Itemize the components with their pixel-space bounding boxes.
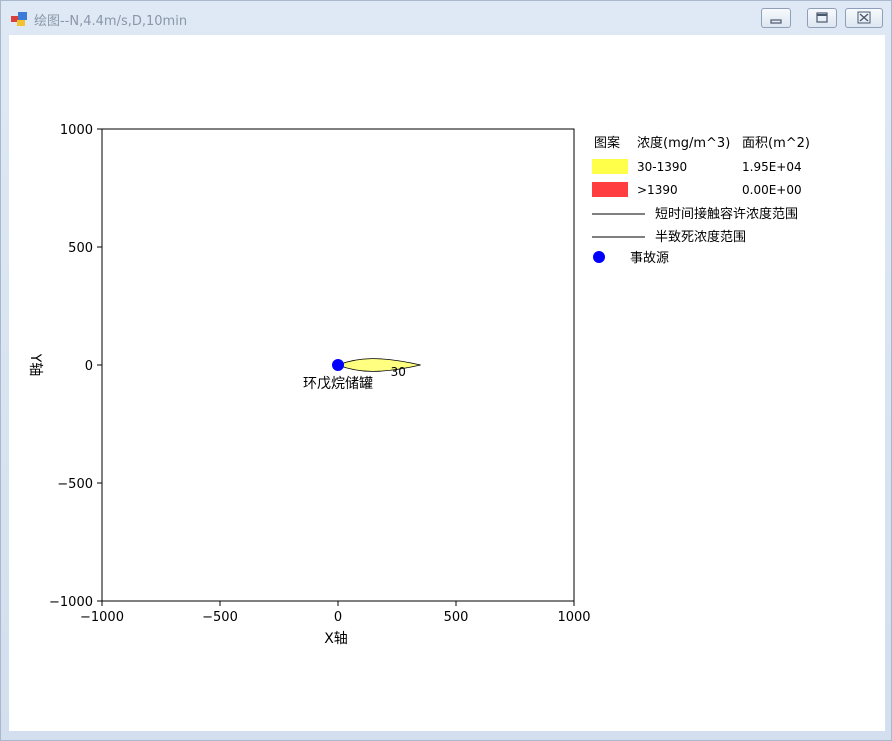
x-ticks: −1000 −500 0 500 1000: [80, 601, 591, 625]
legend-area-2: 0.00E+00: [742, 183, 802, 197]
accident-source-point: [332, 359, 344, 371]
maximize-icon: [816, 12, 828, 23]
legend-range-2: >1390: [637, 183, 678, 197]
chart-svg: −1000 −500 0 500 1000 −1000 −500 0 500 1000 X轴 Y…: [27, 123, 810, 647]
window-title: 绘图--N,4.4m/s,D,10min: [34, 14, 188, 29]
y-tick-label: 0: [85, 359, 93, 374]
x-tick-label: 500: [444, 610, 469, 625]
close-icon: [857, 11, 871, 24]
app-icon: [11, 12, 27, 26]
plume-contour: [336, 358, 421, 372]
legend-header-pattern: 图案: [594, 136, 620, 151]
x-tick-label: 0: [334, 610, 342, 625]
y-axis-label: Y轴: [27, 353, 43, 377]
plot-canvas: −1000 −500 0 500 1000 −1000 −500 0 500 1000 X轴 Y…: [9, 35, 885, 731]
y-ticks: −1000 −500 0 500 1000: [49, 123, 102, 610]
close-button[interactable]: [845, 8, 883, 28]
legend-area-1: 1.95E+04: [742, 160, 802, 174]
y-tick-label: −1000: [49, 595, 93, 610]
x-tick-label: −500: [202, 610, 238, 625]
legend-swatch-red: [592, 182, 628, 197]
y-tick-label: 500: [68, 241, 93, 256]
plume-layer: 30 环戊烷储罐: [303, 358, 421, 392]
plot-window: 绘图--N,4.4m/s,D,10min −1000 −500 0 500 1000 −…: [0, 0, 892, 741]
legend-range-1: 30-1390: [637, 160, 687, 174]
legend: 图案 浓度(mg/m^3) 面积(m^2) 30-1390 1.95E+04 >…: [592, 135, 810, 266]
y-tick-label: 1000: [60, 123, 93, 138]
minimize-icon: [770, 19, 782, 24]
legend-header-area: 面积(m^2): [742, 136, 810, 151]
x-tick-label: −1000: [80, 610, 124, 625]
maximize-button[interactable]: [807, 8, 837, 28]
legend-line-lc50-label: 半致死浓度范围: [655, 229, 746, 245]
contour-value-label: 30: [391, 365, 406, 379]
legend-header-concentration: 浓度(mg/m^3): [637, 135, 730, 151]
legend-source-marker: [593, 251, 605, 263]
minimize-button[interactable]: [761, 8, 791, 28]
x-tick-label: 1000: [557, 610, 590, 625]
x-axis-label: X轴: [324, 631, 348, 647]
legend-source-label: 事故源: [630, 251, 669, 266]
y-tick-label: −500: [57, 477, 93, 492]
legend-swatch-yellow: [592, 159, 628, 174]
legend-line-stel-label: 短时间接触容许浓度范围: [655, 206, 798, 222]
source-name-label: 环戊烷储罐: [303, 376, 373, 392]
title-bar[interactable]: 绘图--N,4.4m/s,D,10min: [1, 1, 891, 35]
